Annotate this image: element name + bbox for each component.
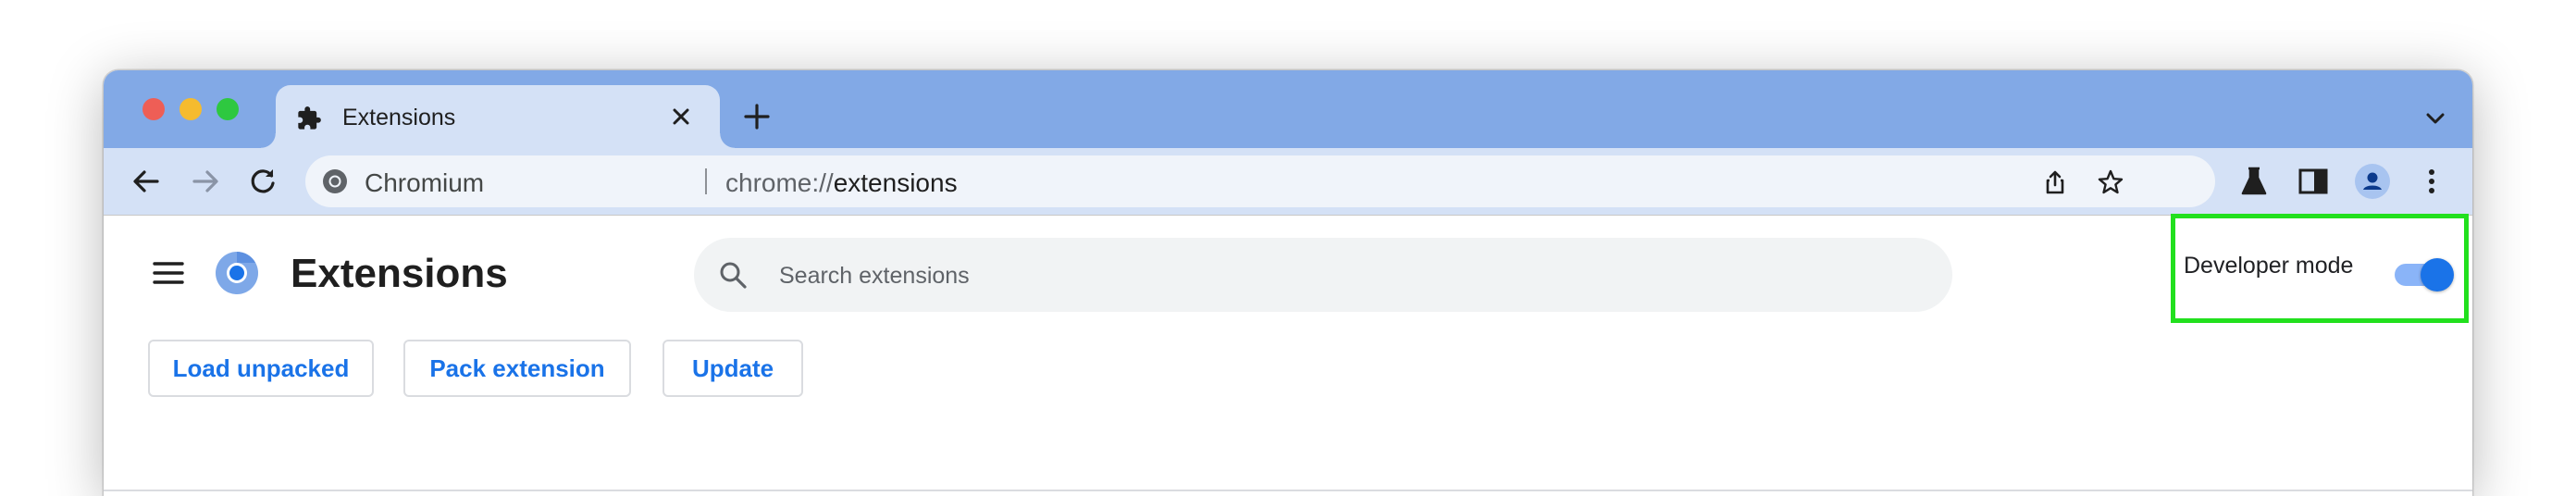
more-vert-icon[interactable] xyxy=(2413,163,2450,200)
close-window-button[interactable] xyxy=(142,98,165,120)
forward-arrow-icon[interactable] xyxy=(187,163,224,200)
chevron-down-icon[interactable] xyxy=(2422,105,2448,131)
address-bar[interactable]: Chromium chrome://extensions xyxy=(305,155,2215,207)
update-button[interactable]: Update xyxy=(663,340,803,397)
site-name: Chromium xyxy=(365,168,485,197)
toggle-knob[interactable] xyxy=(2421,258,2454,291)
share-icon[interactable] xyxy=(2041,168,2069,196)
page-title: Extensions xyxy=(291,251,508,296)
url-text: chrome://extensions xyxy=(725,168,958,198)
url-host: extensions xyxy=(833,168,958,197)
search-icon xyxy=(720,262,747,289)
reload-icon[interactable] xyxy=(244,163,281,200)
pack-extension-button[interactable]: Pack extension xyxy=(403,340,631,397)
star-icon[interactable] xyxy=(2097,168,2124,196)
omnibox-separator xyxy=(705,168,707,194)
chromium-logo-icon xyxy=(216,252,258,294)
tab-strip: Extensions xyxy=(104,70,2472,148)
close-tab-icon[interactable] xyxy=(666,102,696,131)
toolbar: Chromium chrome://extensions xyxy=(104,148,2472,215)
extensions-page: Extensions Developer mode Load unpacked … xyxy=(104,214,2472,496)
url-scheme: chrome:// xyxy=(725,168,834,197)
puzzle-icon xyxy=(298,106,321,130)
profile-avatar-icon[interactable] xyxy=(2354,163,2391,200)
new-tab-icon[interactable] xyxy=(742,102,772,131)
hamburger-menu-icon[interactable] xyxy=(150,254,187,291)
toolbar-divider xyxy=(104,490,2472,491)
tab-title: Extensions xyxy=(342,105,456,130)
chromium-site-icon xyxy=(323,169,347,193)
browser-window: Extensions Chromium chrome://extensions … xyxy=(104,70,2472,496)
load-unpacked-button[interactable]: Load unpacked xyxy=(148,340,374,397)
developer-mode-label: Developer mode xyxy=(2184,253,2354,279)
zoom-window-button[interactable] xyxy=(217,98,239,120)
side-panel-icon[interactable] xyxy=(2295,163,2332,200)
tab-extensions[interactable]: Extensions xyxy=(261,85,735,148)
search-bar[interactable] xyxy=(694,238,1952,312)
search-input[interactable] xyxy=(777,253,1928,299)
back-arrow-icon[interactable] xyxy=(128,163,165,200)
flask-icon[interactable] xyxy=(2235,163,2273,200)
minimize-window-button[interactable] xyxy=(180,98,202,120)
